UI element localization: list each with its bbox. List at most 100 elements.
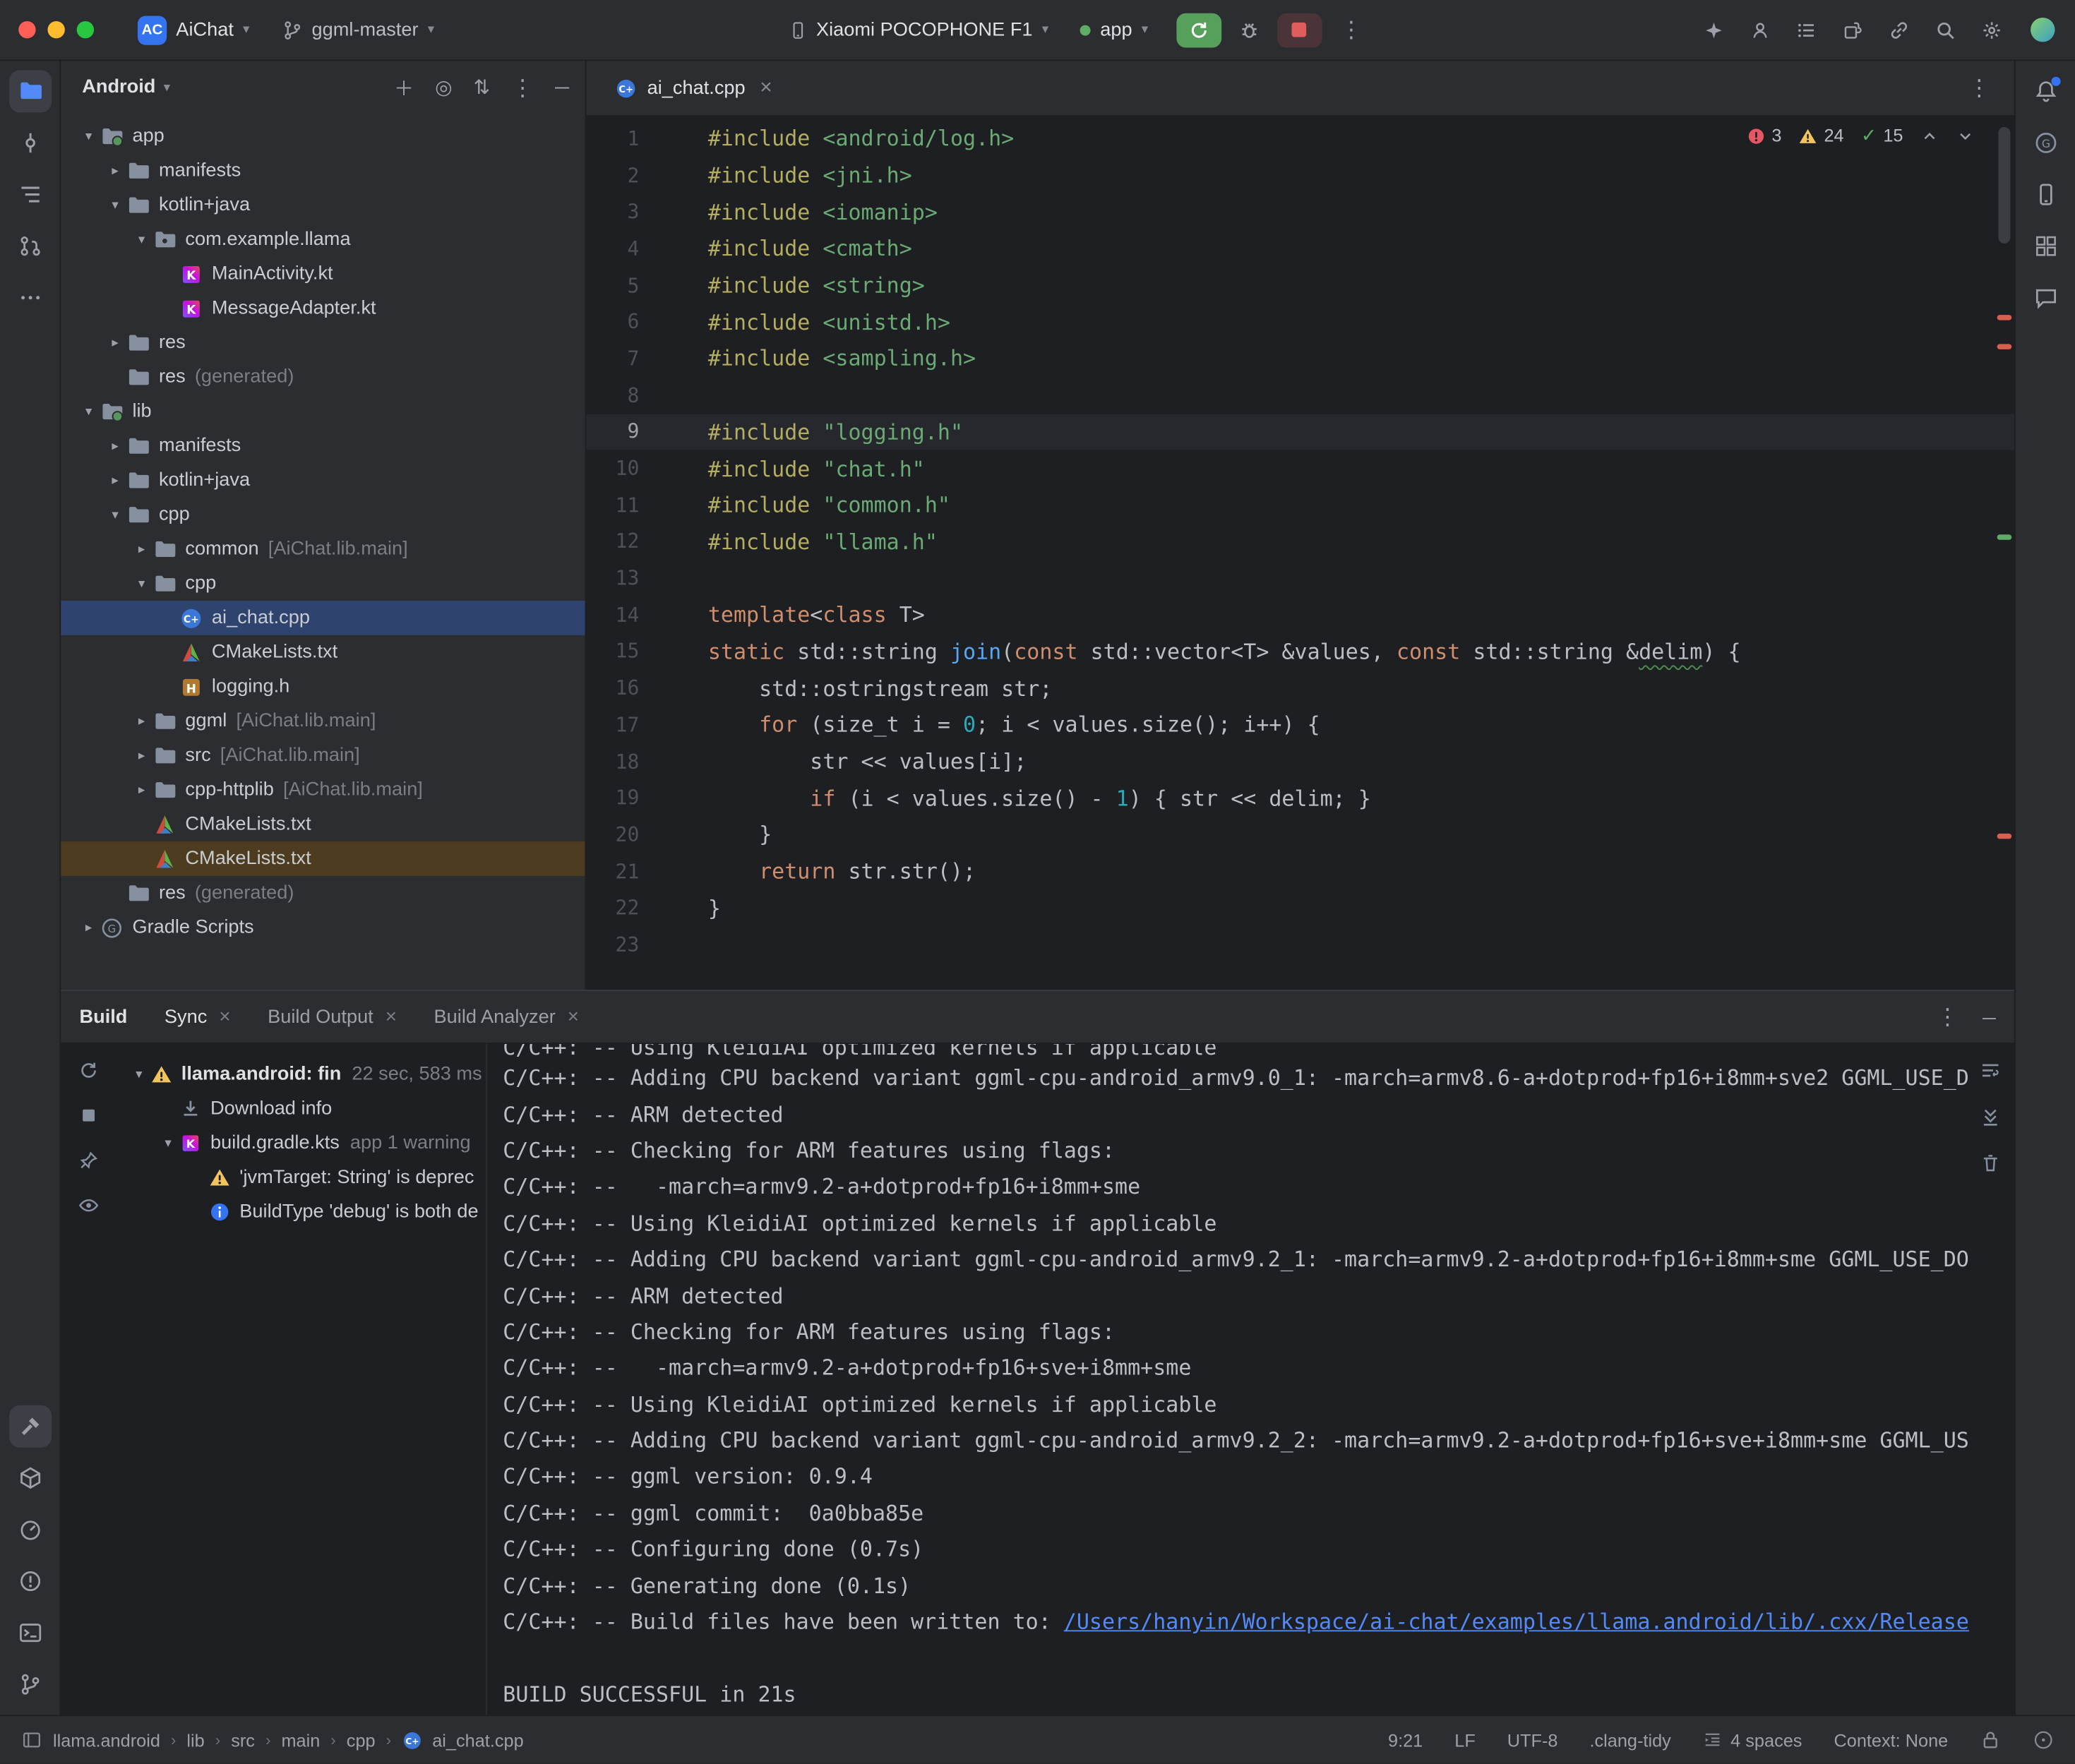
tree-item-logging-h[interactable]: Hlogging.h — [61, 669, 585, 704]
tree-item-common[interactable]: ▸common[AiChat.lib.main] — [61, 532, 585, 567]
soft-wrap-button[interactable] — [1980, 1060, 2001, 1086]
more-run-actions-button[interactable]: ⋮ — [1329, 18, 1373, 41]
tree-item-src[interactable]: ▸src[AiChat.lib.main] — [61, 738, 585, 773]
previous-problem-button[interactable] — [1920, 126, 1939, 145]
tree-item-gradle-scripts[interactable]: ▸GGradle Scripts — [61, 911, 585, 945]
chevron-right-icon[interactable]: ▸ — [77, 920, 101, 935]
profiler-button[interactable] — [8, 1508, 51, 1551]
notifications-button[interactable] — [2024, 70, 2067, 112]
code-line-19[interactable]: 19 if (i < values.size() - 1) { str << d… — [586, 780, 2014, 817]
plugins-icon[interactable] — [1842, 19, 1863, 40]
chevron-down-icon[interactable]: ▾ — [127, 1067, 151, 1082]
todo-list-icon[interactable] — [1796, 19, 1817, 40]
warnings-indicator[interactable]: 24 — [1799, 126, 1844, 145]
build-tree-item-buildtype-debug-is-both-de[interactable]: BuildType 'debug' is both de — [116, 1195, 486, 1230]
hide-project-panel-button[interactable]: ─ — [555, 76, 569, 99]
code-line-15[interactable]: 15static std::string join(const std::vec… — [586, 633, 2014, 670]
build-tree-item-build-gradle-kts[interactable]: ▾Kbuild.gradle.ktsapp 1 warning — [116, 1126, 486, 1160]
gradle-button[interactable]: G — [2024, 121, 2067, 164]
chevron-down-icon[interactable]: ▾ — [130, 576, 154, 591]
code-line-20[interactable]: 20 } — [586, 817, 2014, 853]
device-selector[interactable]: Xiaomi POCOPHONE F1 ▾ — [777, 13, 1060, 47]
caret-position[interactable]: 9:21 — [1388, 1730, 1423, 1750]
code-line-5[interactable]: 5#include <string> — [586, 267, 2014, 304]
chevron-down-icon[interactable]: ▾ — [103, 508, 127, 522]
structure-button[interactable] — [8, 174, 51, 216]
breadcrumb-item-src[interactable]: src — [231, 1730, 255, 1750]
chevron-down-icon[interactable]: ▾ — [156, 1136, 180, 1151]
indent-widget[interactable]: 4 spaces — [1703, 1730, 1802, 1750]
breadcrumb-item-cpp[interactable]: cpp — [347, 1730, 376, 1750]
lock-icon[interactable] — [1980, 1729, 2001, 1751]
tree-item-cpp[interactable]: ▾cpp — [61, 566, 585, 601]
code-line-17[interactable]: 17 for (size_t i = 0; i < values.size();… — [586, 707, 2014, 743]
code-area[interactable]: 1#include <android/log.h>2#include <jni.… — [586, 116, 2014, 990]
tree-item-manifests[interactable]: ▸manifests — [61, 428, 585, 463]
code-line-2[interactable]: 2#include <jni.h> — [586, 157, 2014, 193]
branch-selector[interactable]: ggml-master ▾ — [270, 13, 446, 47]
tree-item-kotlin-java[interactable]: ▾kotlin+java — [61, 188, 585, 222]
project-selector[interactable]: AC AiChat ▾ — [126, 8, 261, 51]
tree-item-res[interactable]: ▸res — [61, 325, 585, 360]
pull-requests-button[interactable] — [8, 225, 51, 268]
chevron-right-icon[interactable]: ▸ — [130, 714, 154, 728]
file-encoding[interactable]: UTF-8 — [1507, 1730, 1558, 1750]
code-line-22[interactable]: 22} — [586, 889, 2014, 926]
code-line-23[interactable]: 23 — [586, 926, 2014, 963]
build-tree-item-download-info[interactable]: Download info — [116, 1091, 486, 1126]
run-button[interactable] — [1176, 13, 1221, 47]
build-tab-sync[interactable]: Sync× — [165, 1006, 231, 1028]
build-rerun-button[interactable] — [78, 1060, 100, 1085]
version-control-button[interactable] — [8, 1663, 51, 1705]
breadcrumb-item-main[interactable]: main — [281, 1730, 320, 1750]
code-line-10[interactable]: 10#include "chat.h" — [586, 450, 2014, 487]
next-problem-button[interactable] — [1956, 126, 1975, 145]
tree-item-messageadapter-kt[interactable]: KMessageAdapter.kt — [61, 291, 585, 325]
project-options-button[interactable]: ⋮ — [511, 76, 534, 99]
chevron-right-icon[interactable]: ▸ — [103, 335, 127, 350]
scroll-end-button[interactable] — [1980, 1106, 2001, 1132]
terminal-button[interactable] — [8, 1612, 51, 1654]
code-line-13[interactable]: 13 — [586, 560, 2014, 596]
code-line-18[interactable]: 18 str << values[i]; — [586, 743, 2014, 780]
chevron-down-icon[interactable]: ▾ — [77, 404, 101, 419]
layout-inspector-button[interactable] — [2024, 225, 2067, 268]
chevron-right-icon[interactable]: ▸ — [130, 783, 154, 798]
code-with-me-icon[interactable] — [1750, 19, 1771, 40]
hide-build-panel-button[interactable]: ─ — [1983, 1007, 1996, 1028]
chevron-right-icon[interactable]: ▸ — [103, 473, 127, 488]
profile-avatar[interactable] — [2029, 16, 2057, 43]
tree-item-manifests[interactable]: ▸manifests — [61, 153, 585, 188]
build-button[interactable] — [8, 1405, 51, 1448]
build-tab-build-analyzer[interactable]: Build Analyzer× — [434, 1006, 580, 1028]
close-tab-button[interactable]: × — [385, 1006, 397, 1028]
code-line-14[interactable]: 14template<class T> — [586, 596, 2014, 633]
tree-item-res[interactable]: res(generated) — [61, 360, 585, 395]
code-line-11[interactable]: 11#include "common.h" — [586, 487, 2014, 524]
chevron-right-icon[interactable]: ▸ — [103, 164, 127, 179]
tree-item-ggml[interactable]: ▸ggml[AiChat.lib.main] — [61, 704, 585, 738]
build-tab-build-output[interactable]: Build Output× — [268, 1006, 397, 1028]
share-icon[interactable] — [1889, 19, 1910, 40]
stop-button[interactable] — [1276, 13, 1322, 47]
error-stripe-mark[interactable] — [1997, 834, 2012, 839]
close-window-button[interactable] — [18, 21, 35, 38]
add-button[interactable]: ＋ — [394, 73, 414, 101]
line-separator[interactable]: LF — [1454, 1730, 1476, 1750]
build-tree-item-llama-android-fin[interactable]: ▾llama.android: fin22 sec, 583 ms — [116, 1057, 486, 1092]
device-manager-button[interactable] — [2024, 174, 2067, 216]
expand-collapse-button[interactable]: ⇅ — [474, 76, 491, 100]
close-tab-button[interactable]: × — [760, 76, 772, 100]
notifications-balloon-icon[interactable] — [2033, 1729, 2054, 1751]
clear-button[interactable] — [1980, 1153, 2001, 1179]
tree-item-ai-chat-cpp[interactable]: C+ai_chat.cpp — [61, 601, 585, 635]
more-button[interactable] — [8, 277, 51, 319]
editor-options-button[interactable]: ⋮ — [1957, 77, 2001, 100]
code-line-7[interactable]: 7#include <sampling.h> — [586, 340, 2014, 377]
editor-tab[interactable]: C+ ai_chat.cpp × — [602, 61, 786, 115]
run-config-selector[interactable]: app ▾ — [1068, 13, 1160, 47]
editor-scrollbar[interactable] — [1998, 127, 2010, 244]
problems-button[interactable] — [8, 1560, 51, 1602]
build-eye-button[interactable] — [78, 1195, 100, 1220]
build-stop-gray-button[interactable] — [78, 1105, 100, 1130]
